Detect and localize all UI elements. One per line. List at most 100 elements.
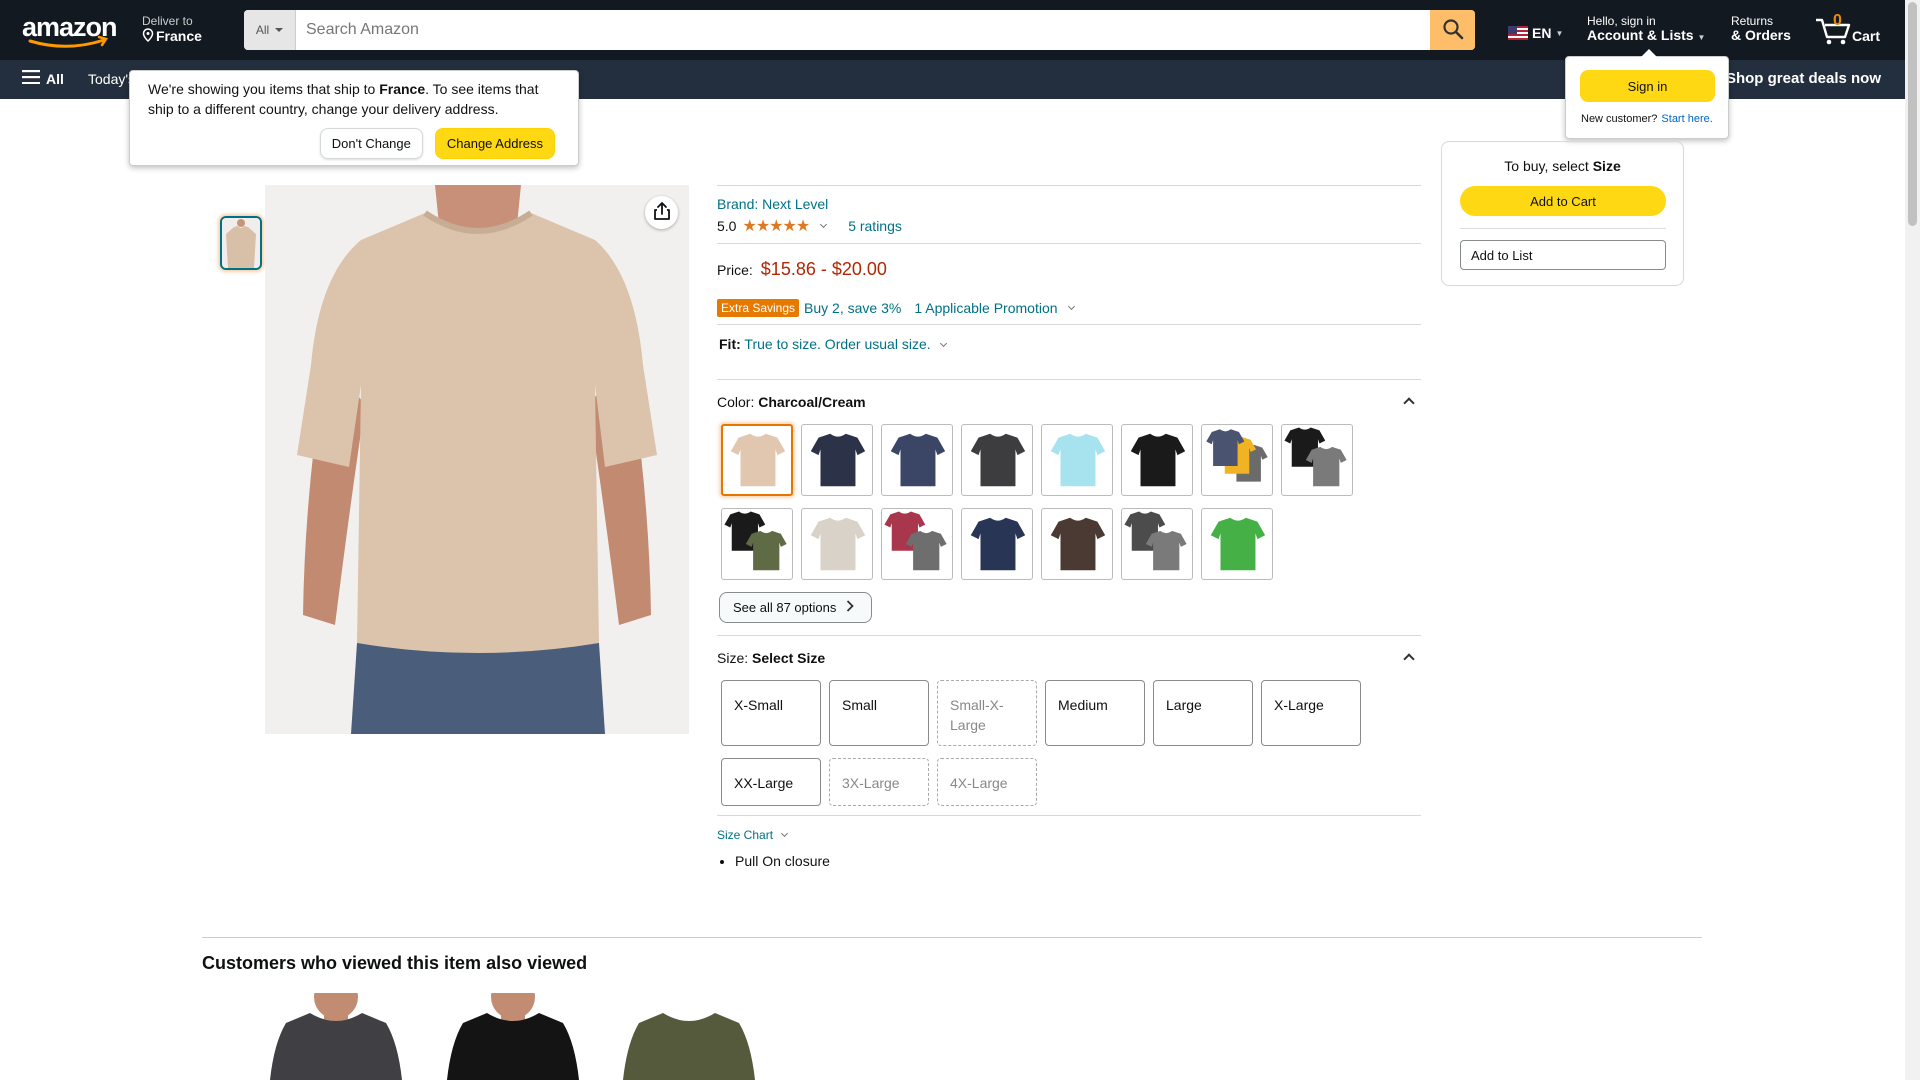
also-viewed-item[interactable] bbox=[443, 993, 583, 1080]
image-thumbnail[interactable] bbox=[220, 216, 262, 270]
add-to-cart-button[interactable]: Add to Cart bbox=[1460, 186, 1666, 216]
returns-label: Returns bbox=[1731, 14, 1774, 28]
color-swatch-midnight-navy[interactable] bbox=[801, 424, 873, 496]
amazon-logo[interactable]: amazon bbox=[22, 12, 122, 48]
fit-value-link[interactable]: True to size. Order usual size. bbox=[744, 336, 930, 352]
hamburger-icon bbox=[22, 70, 40, 87]
ship-to-popover: We're showing you items that ship to Fra… bbox=[129, 70, 579, 166]
color-swatch-charcoal[interactable] bbox=[961, 424, 1033, 496]
star-rating-icon[interactable]: ★★★★★ bbox=[742, 216, 810, 236]
color-value: Charcoal/Cream bbox=[758, 394, 866, 410]
divider bbox=[717, 243, 1421, 244]
color-swatch-black[interactable] bbox=[1121, 424, 1193, 496]
size-option[interactable]: Large bbox=[1153, 680, 1253, 746]
change-address-button[interactable]: Change Address bbox=[434, 128, 555, 159]
language-label: EN bbox=[1532, 25, 1552, 41]
sign-in-flyout: Sign in New customer? Start here. bbox=[1565, 49, 1729, 139]
ratings-count-link[interactable]: 5 ratings bbox=[848, 218, 902, 234]
shirt-thumbnail bbox=[970, 433, 1026, 487]
language-selector[interactable]: EN ▼ bbox=[1508, 25, 1563, 41]
color-swatch-indigo[interactable] bbox=[881, 424, 953, 496]
shirt-thumbnail bbox=[890, 433, 946, 487]
ship-text: We're showing you items that ship to bbox=[148, 81, 380, 97]
color-swatch-espresso[interactable] bbox=[1041, 508, 1113, 580]
also-viewed-item[interactable] bbox=[619, 993, 759, 1080]
size-option[interactable]: XX-Large bbox=[721, 758, 821, 806]
collapse-size-icon[interactable] bbox=[1403, 653, 1415, 665]
returns-orders[interactable]: Returns & Orders bbox=[1731, 14, 1791, 42]
scrollbar-thumb[interactable] bbox=[1908, 2, 1917, 226]
size-option[interactable]: Small-X-Large bbox=[937, 680, 1037, 746]
color-heading: Color: Charcoal/Cream bbox=[717, 394, 866, 410]
promo-text[interactable]: Buy 2, save 3% bbox=[804, 300, 901, 316]
cart-button[interactable]: 0 Cart bbox=[1814, 12, 1884, 48]
divider bbox=[717, 635, 1421, 636]
sign-in-button[interactable]: Sign in bbox=[1580, 70, 1715, 102]
start-here-link[interactable]: Start here. bbox=[1661, 113, 1712, 125]
account-hello: Hello, sign in bbox=[1587, 14, 1656, 28]
search-bar: All bbox=[244, 10, 1475, 50]
deliver-to[interactable]: Deliver to France bbox=[142, 14, 202, 44]
size-option[interactable]: Small bbox=[829, 680, 929, 746]
shirt-thumbnail bbox=[1284, 427, 1347, 487]
price-row: Price: $15.86 - $20.00 bbox=[717, 259, 887, 280]
account-menu[interactable]: Hello, sign in Account & Lists ▼ bbox=[1587, 14, 1705, 45]
color-label: Color: bbox=[717, 394, 755, 410]
orders-label: & Orders bbox=[1731, 27, 1791, 43]
search-button[interactable] bbox=[1430, 10, 1475, 50]
shirt-thumbnail bbox=[1130, 433, 1186, 487]
color-swatch-black-military-green[interactable] bbox=[721, 508, 793, 580]
shop-deals-link[interactable]: Shop great deals now bbox=[1726, 70, 1881, 87]
size-chart-link[interactable]: Size Chart bbox=[717, 828, 791, 842]
caret-down-icon: ▼ bbox=[1555, 28, 1564, 38]
see-all-options-button[interactable]: See all 87 options bbox=[719, 592, 872, 623]
color-swatch-cream[interactable] bbox=[721, 424, 793, 496]
rating-row: 5.0 ★★★★★ 5 ratings bbox=[717, 216, 902, 236]
search-category-label: All bbox=[255, 23, 270, 37]
size-chart-label: Size Chart bbox=[717, 828, 774, 842]
size-option[interactable]: X-Large bbox=[1261, 680, 1361, 746]
shirt-thumbnail bbox=[884, 511, 947, 571]
color-swatch-navy[interactable] bbox=[961, 508, 1033, 580]
applicable-promotion-link[interactable]: 1 Applicable Promotion bbox=[914, 300, 1057, 316]
location-pin-icon bbox=[142, 28, 154, 44]
color-swatch-black-heather-gray[interactable] bbox=[1281, 424, 1353, 496]
see-all-label: See all 87 options bbox=[733, 600, 837, 615]
all-menu-button[interactable]: All bbox=[22, 70, 64, 87]
shirt-thumbnail bbox=[1124, 511, 1187, 571]
dont-change-button[interactable]: Don't Change bbox=[319, 128, 423, 159]
color-swatch-multipack-a[interactable] bbox=[1201, 424, 1273, 496]
buy-box: To buy, select Size Add to Cart Add to L… bbox=[1441, 141, 1684, 286]
ship-country: France bbox=[379, 81, 426, 97]
collapse-color-icon[interactable] bbox=[1403, 397, 1415, 409]
deliver-country: France bbox=[156, 28, 202, 44]
size-option[interactable]: 3X-Large bbox=[829, 758, 929, 806]
color-swatch-heavy-metal-gray[interactable] bbox=[1121, 508, 1193, 580]
divider bbox=[717, 324, 1421, 325]
search-category-select[interactable]: All bbox=[244, 10, 296, 50]
size-option[interactable]: 4X-Large bbox=[937, 758, 1037, 806]
new-customer-text: New customer? bbox=[1581, 113, 1658, 125]
account-label: Account & Lists bbox=[1587, 27, 1694, 43]
brand-link[interactable]: Brand: Next Level bbox=[717, 196, 828, 212]
also-viewed-item[interactable] bbox=[266, 993, 406, 1080]
chevron-down-icon[interactable] bbox=[939, 339, 947, 348]
color-swatch-light-aqua[interactable] bbox=[1041, 424, 1113, 496]
color-swatch-cardinal-gray[interactable] bbox=[881, 508, 953, 580]
product-main-image[interactable] bbox=[265, 185, 689, 734]
divider bbox=[717, 185, 1421, 186]
search-input[interactable] bbox=[296, 10, 1430, 50]
chevron-down-icon[interactable] bbox=[820, 220, 828, 229]
add-to-list-button[interactable]: Add to List bbox=[1460, 240, 1666, 270]
size-option[interactable]: X-Small bbox=[721, 680, 821, 746]
shirt-thumbnail bbox=[810, 517, 866, 571]
share-button[interactable] bbox=[645, 196, 678, 229]
size-option[interactable]: Medium bbox=[1045, 680, 1145, 746]
page-scrollbar[interactable] bbox=[1905, 0, 1920, 1080]
color-swatch-kelly-green[interactable] bbox=[1201, 508, 1273, 580]
chevron-down-icon[interactable] bbox=[1067, 302, 1075, 311]
color-swatch-sand[interactable] bbox=[801, 508, 873, 580]
shirt-thumbnail bbox=[730, 433, 786, 487]
todays-deals-link[interactable]: Today's bbox=[88, 71, 135, 87]
cart-count: 0 bbox=[1833, 12, 1842, 29]
